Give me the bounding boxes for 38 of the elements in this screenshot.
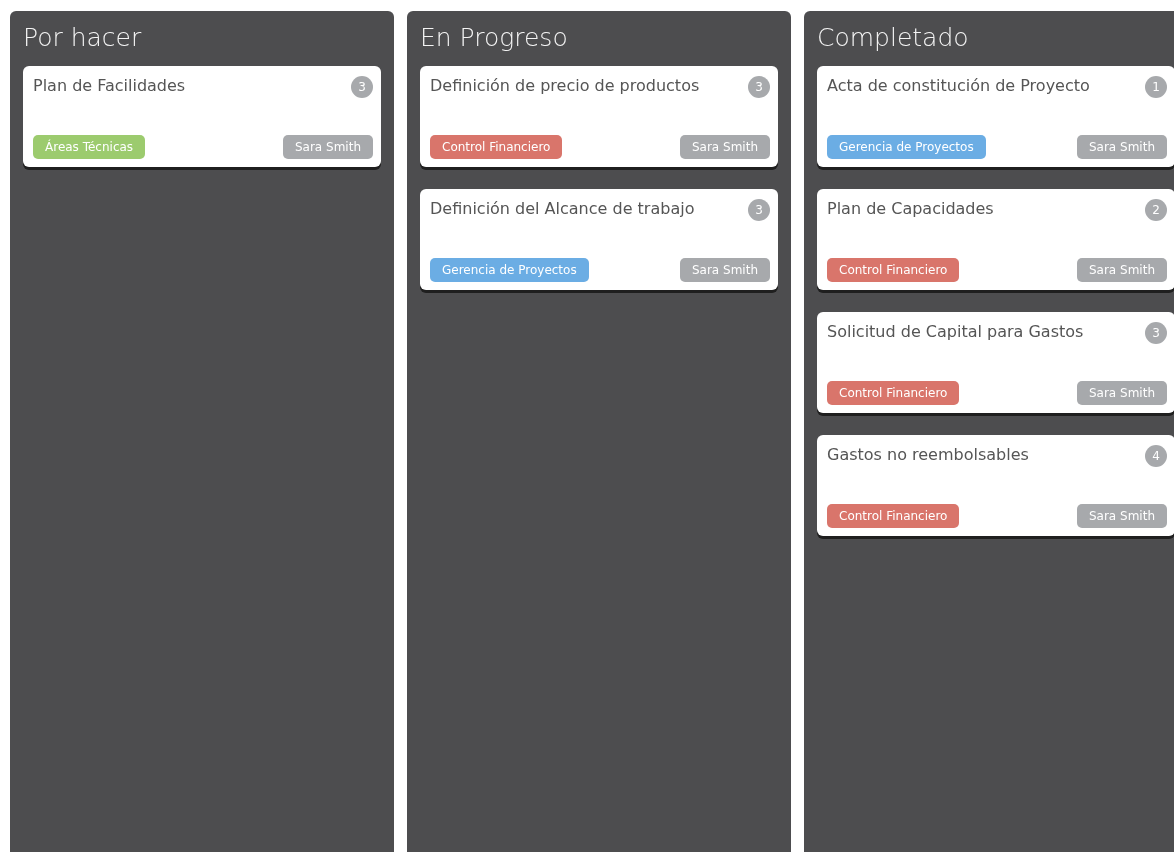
card-title: Plan de Capacidades bbox=[827, 199, 994, 218]
category-tag: Control Financiero bbox=[430, 135, 563, 159]
task-card[interactable]: Plan de Capacidades 2 Control Financiero Sara Smith bbox=[817, 189, 1174, 290]
column-title: En Progreso bbox=[420, 23, 568, 52]
count-badge: 3 bbox=[351, 76, 373, 98]
card-title: Definición de precio de productos bbox=[430, 76, 700, 95]
task-card[interactable]: Gastos no reembolsables 4 Control Financiero Sara Smith bbox=[817, 435, 1174, 536]
card-title: Gastos no reembolsables bbox=[827, 445, 1029, 464]
assignee-tag: Sara Smith bbox=[679, 258, 770, 282]
category-tag: Control Financiero bbox=[827, 258, 960, 282]
column-title: Completado bbox=[817, 23, 969, 52]
card-title: Solicitud de Capital para Gastos bbox=[827, 322, 1084, 341]
assignee-tag: Sara Smith bbox=[1076, 504, 1167, 528]
count-badge: 3 bbox=[1145, 322, 1167, 344]
task-card[interactable]: Plan de Facilidades 3 Áreas Técnicas Sara Smith bbox=[23, 66, 381, 167]
task-card[interactable]: Definición de precio de productos 3 Control Financiero Sara Smith bbox=[420, 66, 778, 167]
card-title: Acta de constitución de Proyecto bbox=[827, 76, 1090, 95]
card-title: Definición del Alcance de trabajo bbox=[430, 199, 695, 218]
card-title: Plan de Facilidades bbox=[33, 76, 186, 95]
assignee-tag: Sara Smith bbox=[679, 135, 770, 159]
count-badge: 2 bbox=[1145, 199, 1167, 221]
category-tag: Gerencia de Proyectos bbox=[827, 135, 986, 159]
task-card[interactable]: Acta de constitución de Proyecto 1 Gerencia de Proyectos Sara Smith bbox=[817, 66, 1174, 167]
count-badge: 3 bbox=[748, 199, 770, 221]
assignee-tag: Sara Smith bbox=[1076, 135, 1167, 159]
assignee-tag: Sara Smith bbox=[1076, 381, 1167, 405]
category-tag: Gerencia de Proyectos bbox=[430, 258, 589, 282]
assignee-tag: Sara Smith bbox=[1076, 258, 1167, 282]
task-card[interactable]: Solicitud de Capital para Gastos 3 Control Financiero Sara Smith bbox=[817, 312, 1174, 413]
task-card[interactable]: Definición del Alcance de trabajo 3 Gerencia de Proyectos Sara Smith bbox=[420, 189, 778, 290]
count-badge: 3 bbox=[748, 76, 770, 98]
category-tag: Control Financiero bbox=[827, 504, 960, 528]
category-tag: Áreas Técnicas bbox=[33, 135, 146, 159]
count-badge: 4 bbox=[1145, 445, 1167, 467]
category-tag: Control Financiero bbox=[827, 381, 960, 405]
count-badge: 1 bbox=[1145, 76, 1167, 98]
assignee-tag: Sara Smith bbox=[282, 135, 373, 159]
column-title: Por hacer bbox=[23, 23, 142, 52]
